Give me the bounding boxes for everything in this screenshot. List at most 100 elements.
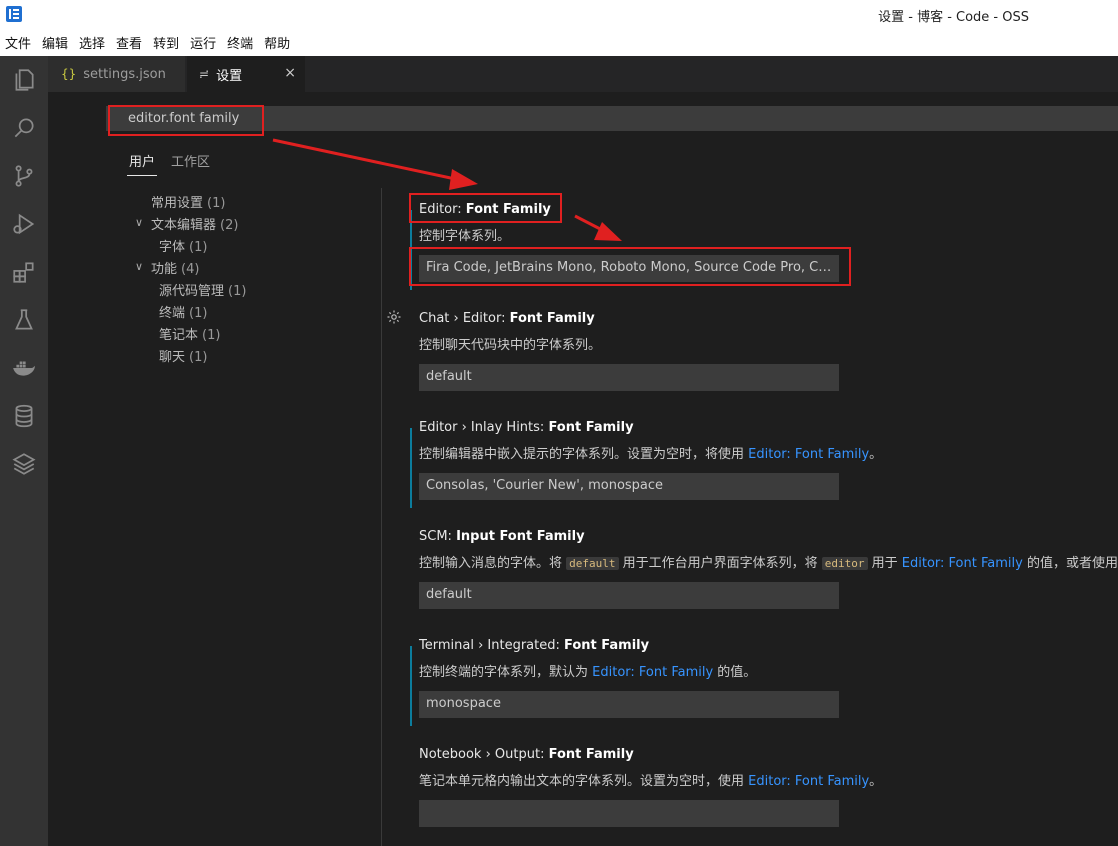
menu-terminal[interactable]: 终端 xyxy=(226,33,253,52)
layers-icon xyxy=(12,453,36,475)
search-icon xyxy=(14,118,34,138)
toc-item-chat[interactable]: 聊天 (1) xyxy=(159,346,207,365)
editor-font-family-link[interactable]: Editor: Font Family xyxy=(748,447,869,462)
desc-text: 。 xyxy=(869,774,883,789)
toc-item-features[interactable]: 功能 (4) xyxy=(151,258,199,277)
setting-title: Chat › Editor: Font Family xyxy=(419,311,595,326)
chevron-down-icon[interactable]: ∨ xyxy=(135,260,143,273)
menu-edit[interactable]: 编辑 xyxy=(41,33,68,52)
menu-view[interactable]: 查看 xyxy=(115,33,142,52)
toc-count: (1) xyxy=(189,240,208,255)
menu-file[interactable]: 文件 xyxy=(4,33,31,52)
setting-title: SCM: Input Font Family xyxy=(419,529,585,544)
close-icon[interactable]: × xyxy=(284,65,296,81)
desc-text: 控制终端的字体系列，默认为 xyxy=(419,665,593,680)
testing-button[interactable] xyxy=(0,296,48,344)
extensions-button[interactable] xyxy=(0,248,48,296)
source-control-button[interactable] xyxy=(0,152,48,200)
toc-label: 聊天 xyxy=(159,350,186,365)
setting-description: 控制终端的字体系列，默认为 Editor: Font Family 的值。 xyxy=(419,661,756,680)
toc-label: 常用设置 xyxy=(151,196,204,211)
desc-text: 。 xyxy=(869,447,883,462)
toc-label: 笔记本 xyxy=(159,328,199,343)
setting-name: Font Family xyxy=(548,420,634,435)
editor-font-family-link[interactable]: Editor: Font Family xyxy=(748,774,869,789)
menu-help[interactable]: 帮助 xyxy=(263,33,290,52)
toc-label: 字体 xyxy=(159,240,186,255)
setting-description: 控制字体系列。 xyxy=(419,229,511,244)
setting-category: SCM: xyxy=(419,529,457,544)
desc-text: 用于 xyxy=(867,556,902,571)
extensions-icon xyxy=(13,262,34,283)
code-snippet: default xyxy=(566,557,619,570)
editor-font-family-link[interactable]: Editor: Font Family xyxy=(592,665,713,680)
menu-bar: 文件 编辑 选择 查看 转到 运行 终端 帮助 xyxy=(0,29,1118,56)
gear-icon[interactable] xyxy=(386,309,402,325)
setting-name: Font Family xyxy=(465,202,551,217)
toc-item-terminal[interactable]: 终端 (1) xyxy=(159,302,207,321)
chevron-down-icon[interactable]: ∨ xyxy=(135,216,143,229)
toc-item-font[interactable]: 字体 (1) xyxy=(159,236,207,255)
setting-name: Font Family xyxy=(564,638,650,653)
setting-title: Editor › Inlay Hints: Font Family xyxy=(419,420,634,435)
database-button[interactable] xyxy=(0,392,48,440)
toc-item-notebook[interactable]: 笔记本 (1) xyxy=(159,324,220,343)
modified-indicator xyxy=(410,428,412,508)
scm-input-font-family-input[interactable]: default xyxy=(419,582,839,609)
code-snippet: editor xyxy=(821,557,868,570)
notebook-output-font-family-input[interactable] xyxy=(419,800,839,827)
terminal-font-family-input[interactable]: monospace xyxy=(419,691,839,718)
desc-text: 控制输入消息的字体。将 xyxy=(419,556,567,571)
run-debug-button[interactable] xyxy=(0,200,48,248)
json-file-icon: {} xyxy=(61,67,77,81)
setting-category: Editor: xyxy=(419,202,466,217)
search-value: editor.font family xyxy=(128,111,240,126)
toc-count: (2) xyxy=(220,218,239,233)
toc-count: (1) xyxy=(228,284,247,299)
font-family-input[interactable]: Fira Code, JetBrains Mono, Roboto Mono, … xyxy=(419,255,839,282)
setting-name: Input Font Family xyxy=(456,529,585,544)
toc-count: (1) xyxy=(189,350,208,365)
toc-count: (1) xyxy=(189,306,208,321)
tab-settings-json[interactable]: {} settings.json xyxy=(48,56,185,92)
desc-text: 的值。 xyxy=(713,665,757,680)
docker-button[interactable] xyxy=(0,344,48,392)
layers-button[interactable] xyxy=(0,440,48,488)
setting-description: 控制编辑器中嵌入提示的字体系列。设置为空时，将使用 Editor: Font F… xyxy=(419,443,882,462)
docker-icon xyxy=(13,361,35,376)
toc-label: 源代码管理 xyxy=(159,284,225,299)
tab-settings[interactable]: ≓ 设置 × xyxy=(187,56,305,92)
toc-item-common[interactable]: 常用设置 (1) xyxy=(151,192,225,211)
desc-text: 用于工作台用户界面字体系列，将 xyxy=(618,556,822,571)
setting-category: Notebook › Output: xyxy=(419,747,549,762)
toc-item-text-editor[interactable]: 文本编辑器 (2) xyxy=(151,214,238,233)
setting-description: 控制聊天代码块中的字体系列。 xyxy=(419,338,602,353)
toc-label: 终端 xyxy=(159,306,186,321)
toc-count: (4) xyxy=(181,262,200,277)
search-button[interactable] xyxy=(0,104,48,152)
setting-description: 笔记本单元格内输出文本的字体系列。设置为空时，使用 Editor: Font F… xyxy=(419,770,882,789)
menu-run[interactable]: 运行 xyxy=(189,33,216,52)
flask-icon xyxy=(15,309,33,330)
settings-search-input[interactable]: editor.font family xyxy=(106,106,1118,131)
settings-editor-icon: ≓ xyxy=(199,67,210,81)
sash-divider[interactable] xyxy=(381,188,382,846)
tab-label: settings.json xyxy=(83,66,166,82)
inlay-hints-font-family-input[interactable]: Consolas, 'Courier New', monospace xyxy=(419,473,839,500)
toc-item-scm[interactable]: 源代码管理 (1) xyxy=(159,280,246,299)
menu-go[interactable]: 转到 xyxy=(152,33,179,52)
tab-workspace-settings[interactable]: 工作区 xyxy=(171,151,210,170)
setting-category: Chat › Editor: xyxy=(419,311,510,326)
desc-text: 控制编辑器中嵌入提示的字体系列。设置为空时，将使用 xyxy=(419,447,749,462)
debug-icon xyxy=(13,213,35,235)
desc-text: 的值，或者使用自 xyxy=(1026,556,1118,571)
activity-bar xyxy=(0,56,48,846)
menu-selection[interactable]: 选择 xyxy=(78,33,105,52)
editor-font-family-link[interactable]: Editor: Font Family xyxy=(902,556,1023,571)
explorer-button[interactable] xyxy=(0,56,48,104)
desc-text: 笔记本单元格内输出文本的字体系列。设置为空时，使用 xyxy=(419,774,749,789)
tab-user-settings[interactable]: 用户 xyxy=(126,151,158,176)
toc-count: (1) xyxy=(207,196,226,211)
chat-font-family-input[interactable]: default xyxy=(419,364,839,391)
toc-count: (1) xyxy=(202,328,221,343)
